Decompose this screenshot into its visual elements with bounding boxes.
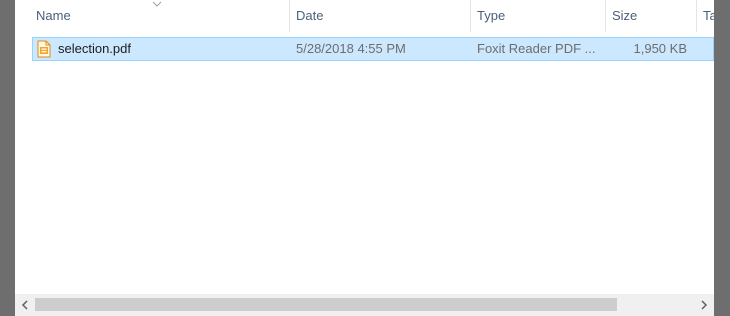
sort-descending-icon	[152, 1, 162, 7]
column-header-name-label: Name	[36, 8, 71, 23]
column-header-type[interactable]: Type	[471, 0, 605, 32]
scrollbar-thumb[interactable]	[35, 298, 617, 311]
column-header-size-label: Size	[612, 8, 638, 23]
chevron-right-icon	[701, 300, 708, 310]
column-header-bar: Name Date Type Size Ta	[15, 0, 714, 32]
file-row-selected[interactable]: selection.pdf 5/28/2018 4:55 PM Foxit Re…	[32, 37, 714, 61]
column-header-date[interactable]: Date	[290, 0, 470, 32]
column-header-type-label: Type	[477, 8, 506, 23]
file-size: 1,950 KB	[633, 41, 688, 56]
column-header-tags[interactable]: Ta	[697, 0, 714, 32]
file-type: Foxit Reader PDF ...	[477, 41, 596, 56]
chevron-left-icon	[21, 300, 28, 310]
column-header-size[interactable]: Size	[606, 0, 696, 32]
file-list-pane: Name Date Type Size Ta selection.pdf 5/2…	[15, 0, 714, 316]
scroll-right-button[interactable]	[694, 294, 714, 316]
file-date: 5/28/2018 4:55 PM	[296, 41, 406, 56]
scroll-left-button[interactable]	[15, 294, 35, 316]
file-name: selection.pdf	[58, 41, 131, 56]
column-header-date-label: Date	[296, 8, 324, 23]
horizontal-scrollbar[interactable]	[15, 294, 714, 316]
column-header-tags-label: Ta	[703, 8, 714, 23]
pdf-file-icon	[37, 40, 51, 58]
